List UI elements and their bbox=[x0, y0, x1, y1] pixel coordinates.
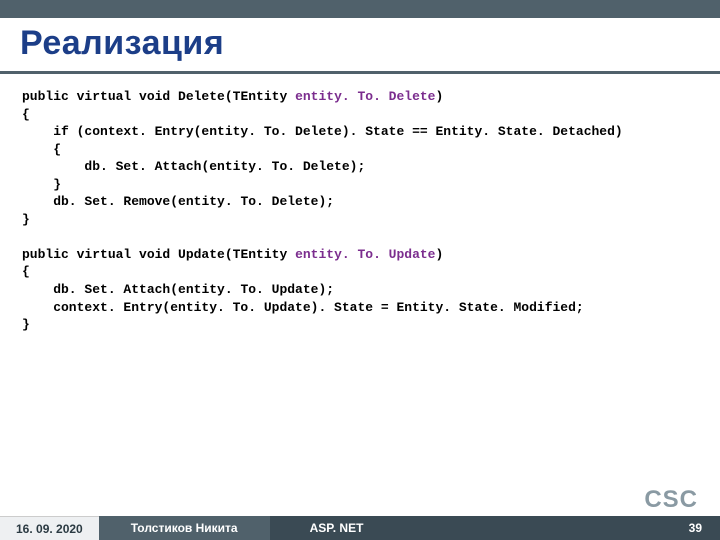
method-name: Remove bbox=[123, 194, 170, 209]
code-line: db. Set. Attach(entity. To. Update); bbox=[22, 281, 698, 299]
close: ) bbox=[615, 124, 623, 139]
logo-text: CSC bbox=[644, 486, 698, 514]
method-name: Delete bbox=[178, 89, 225, 104]
footer-author: Толстиков Никита bbox=[99, 516, 270, 540]
footer-gap bbox=[403, 516, 670, 540]
method-name: Attach bbox=[123, 282, 170, 297]
code-line: } bbox=[22, 211, 698, 229]
args: (TEntity bbox=[225, 89, 295, 104]
code-block: public virtual void Delete(TEntity entit… bbox=[0, 74, 720, 334]
kw: if bbox=[22, 124, 77, 139]
footer-bar: 16. 09. 2020 Толстиков Никита ASP. NET 3… bbox=[0, 516, 720, 540]
top-bar bbox=[0, 0, 720, 18]
close: ; bbox=[576, 300, 584, 315]
code-line: } bbox=[22, 176, 698, 194]
method-name: Update bbox=[178, 247, 225, 262]
code-line: { bbox=[22, 106, 698, 124]
expr: (context. Entry(entity. To. Delete). Sta… bbox=[77, 124, 553, 139]
enum: Modified bbox=[513, 300, 575, 315]
args: (entity. To. Update); bbox=[170, 282, 334, 297]
code-line: db. Set. Remove(entity. To. Delete); bbox=[22, 193, 698, 211]
footer-date: 16. 09. 2020 bbox=[0, 516, 99, 540]
footer: CSC 16. 09. 2020 Толстиков Никита ASP. N… bbox=[0, 476, 720, 540]
args: (entity. To. Delete); bbox=[201, 159, 365, 174]
title-container: Реализация bbox=[0, 18, 720, 74]
code-line: db. Set. Attach(entity. To. Delete); bbox=[22, 158, 698, 176]
code-line: { bbox=[22, 263, 698, 281]
kw: public virtual void bbox=[22, 247, 178, 262]
args: (TEntity bbox=[225, 247, 295, 262]
code-line: if (context. Entry(entity. To. Delete). … bbox=[22, 123, 698, 141]
kw: public virtual void bbox=[22, 89, 178, 104]
code-line: public virtual void Delete(TEntity entit… bbox=[22, 88, 698, 106]
expr: db. Set. bbox=[22, 159, 155, 174]
footer-page: 39 bbox=[671, 516, 720, 540]
close: ) bbox=[436, 247, 444, 262]
code-line: context. Entry(entity. To. Update). Stat… bbox=[22, 299, 698, 317]
expr: db. Set. bbox=[22, 282, 123, 297]
param: entity. To. Delete bbox=[295, 89, 435, 104]
method-name: Attach bbox=[155, 159, 202, 174]
args: (entity. To. Delete); bbox=[170, 194, 334, 209]
param: entity. To. Update bbox=[295, 247, 435, 262]
expr: db. Set. bbox=[22, 194, 123, 209]
close: ) bbox=[436, 89, 444, 104]
code-line: { bbox=[22, 141, 698, 159]
slide-title: Реализация bbox=[20, 24, 700, 63]
blank-line bbox=[22, 228, 698, 246]
code-line: } bbox=[22, 316, 698, 334]
code-line: public virtual void Update(TEntity entit… bbox=[22, 246, 698, 264]
enum: Detached bbox=[553, 124, 615, 139]
expr: context. Entry(entity. To. Update). Stat… bbox=[22, 300, 513, 315]
footer-course: ASP. NET bbox=[270, 516, 404, 540]
